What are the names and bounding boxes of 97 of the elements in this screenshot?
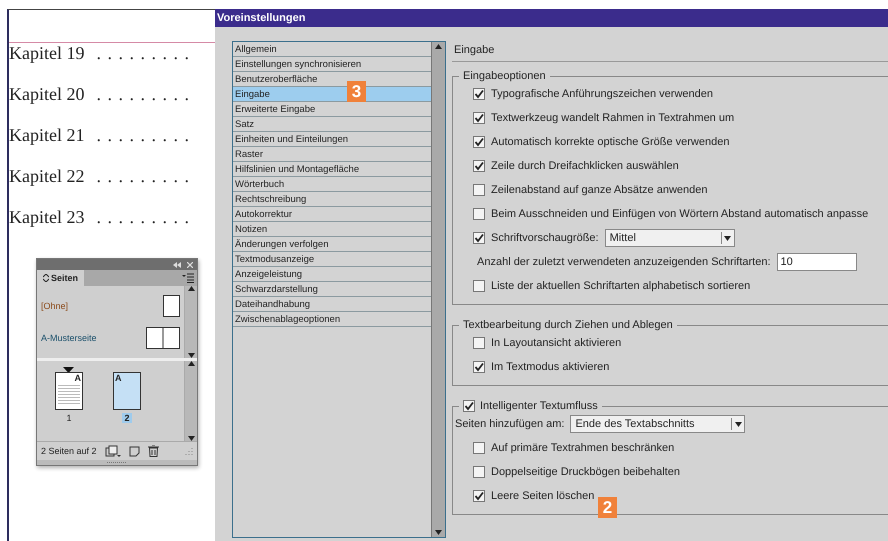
category-item[interactable]: Hilfslinien und Montagefläche [233,162,431,177]
master-prefix: A [74,373,82,383]
dot-leader: . . . . . . . . . [96,43,190,64]
down-arrow-icon[interactable] [188,436,194,441]
up-arrow-icon[interactable] [188,286,194,291]
checkbox[interactable] [473,232,485,244]
checkbox-label: Textwerkzeug wandelt Rahmen in Textrahmen um [491,112,734,124]
up-arrow-icon[interactable] [435,44,442,49]
category-item[interactable]: Wörterbuch [233,177,431,192]
category-item[interactable]: Satz [233,117,431,132]
checkbox[interactable] [473,184,485,196]
dot-leader: . . . . . . . . . [96,207,190,228]
checkbox[interactable] [473,280,485,292]
category-item[interactable]: Erweiterte Eingabe [233,102,431,117]
checkbox[interactable] [473,466,485,478]
master-prefix: A [114,373,122,383]
category-item[interactable]: Zwischenablageoptionen [233,312,431,327]
down-arrow-icon[interactable] [724,236,732,240]
checkbox-label: Im Textmodus aktivieren [491,361,610,373]
group-title: Eingabeoptionen [463,70,546,82]
scrollbar[interactable] [431,42,445,537]
category-item[interactable]: Rechtschreibung [233,192,431,207]
down-arrow-icon[interactable] [188,353,194,358]
number-field[interactable]: 10 [776,253,857,271]
size-dropdown[interactable]: Mittel [604,229,735,247]
chevrons-icon [43,274,49,282]
section-title: Eingabe [454,44,494,56]
dot-leader: . . . . . . . . . [96,125,190,146]
scrollbar[interactable] [184,286,197,358]
group-title: Intelligenter Textumfluss [480,400,598,412]
callout-badge: 2 [598,497,617,518]
trash-icon[interactable] [148,445,159,457]
chapter-title: Kapitel 21 [9,125,84,146]
checkbox-label: Auf primäre Textrahmen beschränken [491,442,674,454]
checkbox-label: Doppelseitige Druckbögen beibehalten [491,466,680,478]
window-title: Voreinstellungen [215,9,888,27]
collapse-icon[interactable] [173,262,181,268]
checkbox-label: In Layoutansicht aktivieren [491,337,622,349]
category-item[interactable]: Änderungen verfolgen [233,237,431,252]
category-item[interactable]: Textmodusanzeige [233,252,431,267]
new-page-icon[interactable] [128,446,140,456]
position-dropdown[interactable]: Ende des Textabschnitts [570,415,746,433]
category-item[interactable]: Einheiten und Einteilungen [233,132,431,147]
panel-tab[interactable]: Seiten [37,270,84,286]
scrollbar[interactable] [184,361,197,441]
page-thumbnail[interactable]: A [113,372,141,410]
up-arrow-icon[interactable] [188,361,194,366]
page-thumbnail[interactable]: A [55,372,83,410]
checkbox-label: Schriftvorschaugröße: [491,232,599,244]
category-item[interactable]: Einstellungen synchronisieren [233,57,431,72]
category-item[interactable]: Dateihandhabung [233,297,431,312]
grip-icon[interactable] [107,461,127,464]
checkbox[interactable] [473,442,485,454]
checkbox[interactable] [473,208,485,220]
checkbox-label: Zeilenabstand auf ganze Absätze anwenden [491,184,708,196]
category-item[interactable]: Autokorrektur [233,207,431,222]
close-icon[interactable] [187,262,193,268]
group-title: Textbearbeitung durch Ziehen und Ablegen [463,319,673,331]
checkbox-label: Zeile durch Dreifachklicken auswählen [491,160,679,172]
checkbox[interactable] [473,88,485,100]
category-item[interactable]: Notizen [233,222,431,237]
menu-icon[interactable] [182,273,194,283]
page-size-icon[interactable] [104,445,121,457]
checkbox-label: Leere Seiten löschen [491,490,594,502]
category-item[interactable]: Schwarzdarstellung [233,282,431,297]
checkbox[interactable] [463,400,475,412]
checkbox-label: Liste der aktuellen Schriftarten alphabetisch sortieren [491,280,750,292]
category-item[interactable]: Anzeigeleistung [233,267,431,282]
resize-grip-icon[interactable] [185,447,193,455]
page-count: 2 Seiten auf 2 [41,446,97,456]
checkbox[interactable] [473,490,485,502]
checkbox[interactable] [473,361,485,373]
page-icon [163,295,180,317]
chapter-title: Kapitel 20 [9,84,84,105]
checkbox[interactable] [473,337,485,349]
chapter-title: Kapitel 23 [9,207,84,228]
checkbox[interactable] [473,136,485,148]
category-item[interactable]: Allgemein [233,42,431,57]
page-number: 2 [122,413,132,423]
checkbox[interactable] [473,112,485,124]
spread-icon [146,327,180,349]
callout-badge: 3 [347,81,366,102]
master-name[interactable]: A-Musterseite [41,333,97,343]
checkbox-label: Automatisch korrekte optische Größe verwenden [491,136,730,148]
page-number: 1 [65,413,72,423]
field-label: Seiten hinzufügen am: [455,418,564,430]
down-arrow-icon[interactable] [435,530,442,535]
down-arrow-icon[interactable] [734,422,742,426]
checkbox-label: Typografische Anführungszeichen verwenden [491,88,713,100]
field-label: Anzahl der zuletzt verwendeten anzuzeigenden Schriftarten: [477,256,771,268]
dot-leader: . . . . . . . . . [96,84,190,105]
checkbox[interactable] [473,160,485,172]
checkbox-label: Beim Ausschneiden und Einfügen von Wörtern Abstand automatisch anpasse [491,208,868,220]
chapter-title: Kapitel 22 [9,166,84,187]
master-name[interactable]: [Ohne] [41,301,68,311]
dot-leader: . . . . . . . . . [96,166,190,187]
chapter-title: Kapitel 19 [9,43,84,64]
